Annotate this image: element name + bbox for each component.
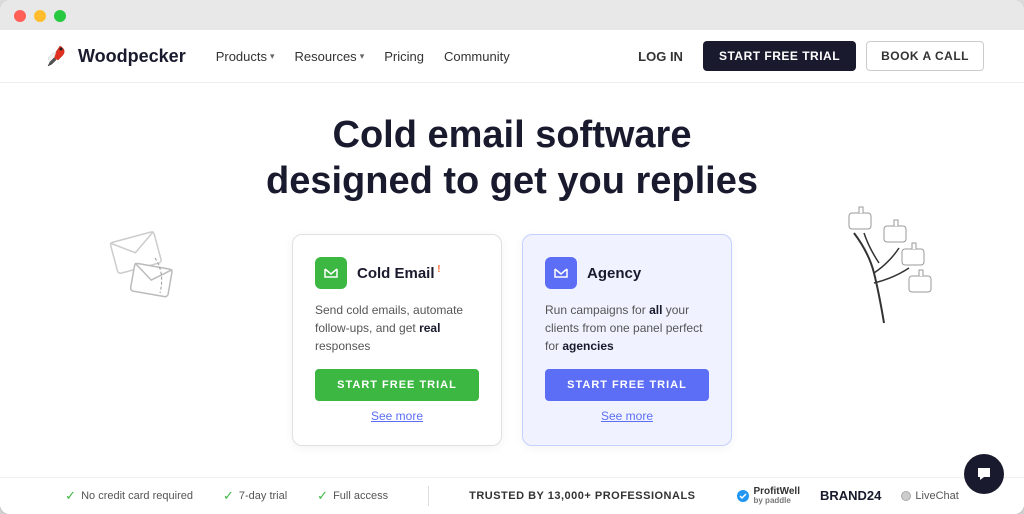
traffic-light-red[interactable] — [14, 10, 26, 22]
book-call-button[interactable]: BOOK A CALL — [866, 41, 984, 71]
chevron-down-icon: ▾ — [360, 51, 365, 62]
agency-icon — [545, 257, 577, 289]
cold-email-icon — [315, 257, 347, 289]
agency-see-more[interactable]: See more — [545, 409, 709, 423]
logo-text: Woodpecker — [78, 46, 186, 67]
nav-links: Products ▾ Resources ▾ Pricing Community — [216, 49, 628, 64]
profitwell-logo: ProfitWell by paddle — [736, 486, 800, 506]
browser-chrome — [0, 0, 1024, 30]
badge-7day-trial: ✓ 7-day trial — [223, 488, 287, 504]
trusted-text: TRUSTED BY 13,000+ PROFESSIONALS — [469, 490, 695, 502]
traffic-light-yellow[interactable] — [34, 10, 46, 22]
check-icon: ✓ — [65, 488, 76, 504]
illustration-right — [824, 193, 944, 338]
browser-window: Woodpecker Products ▾ Resources ▾ Pricin… — [0, 0, 1024, 514]
chat-bubble-button[interactable] — [964, 454, 1004, 494]
agency-desc: Run campaigns for all your clients from … — [545, 301, 709, 355]
hero-section: Cold email software designed to get you … — [0, 83, 1024, 477]
cold-email-trial-button[interactable]: START FREE TRIAL — [315, 369, 479, 401]
cold-email-card-header: Cold Email ! — [315, 257, 479, 289]
nav-resources[interactable]: Resources ▾ — [295, 49, 365, 64]
cold-email-title: Cold Email ! — [357, 264, 441, 282]
chevron-down-icon: ▾ — [270, 51, 275, 62]
nav-community[interactable]: Community — [444, 49, 510, 64]
agency-title: Agency — [587, 265, 641, 282]
navigation: Woodpecker Products ▾ Resources ▾ Pricin… — [0, 30, 1024, 83]
brand-logos: ProfitWell by paddle BRAND24 LiveChat — [736, 486, 959, 506]
agency-card-header: Agency — [545, 257, 709, 289]
logo-icon — [40, 40, 72, 72]
cold-email-see-more[interactable]: See more — [315, 409, 479, 423]
divider — [428, 486, 429, 506]
nav-pricing[interactable]: Pricing — [384, 49, 424, 64]
agency-trial-button[interactable]: START FREE TRIAL — [545, 369, 709, 401]
cold-email-desc: Send cold emails, automate follow-ups, a… — [315, 301, 479, 355]
nav-products[interactable]: Products ▾ — [216, 49, 275, 64]
badge-full-access: ✓ Full access — [317, 488, 388, 504]
traffic-light-green[interactable] — [54, 10, 66, 22]
logo-area[interactable]: Woodpecker — [40, 40, 186, 72]
login-button[interactable]: LOG IN — [628, 43, 693, 70]
agency-card: Agency Run campaigns for all your client… — [522, 234, 732, 446]
bottom-bar: ✓ No credit card required ✓ 7-day trial … — [0, 477, 1024, 514]
livechat-logo: LiveChat — [901, 490, 958, 502]
cards-row: Cold Email ! Send cold emails, automate … — [292, 234, 732, 446]
hero-title: Cold email software designed to get you … — [266, 113, 758, 204]
badge-no-credit-card: ✓ No credit card required — [65, 488, 193, 504]
nav-actions: LOG IN START FREE TRIAL BOOK A CALL — [628, 41, 984, 71]
brand24-logo: BRAND24 — [820, 488, 881, 503]
start-trial-nav-button[interactable]: START FREE TRIAL — [703, 41, 856, 71]
check-icon: ✓ — [317, 488, 328, 504]
check-icon: ✓ — [223, 488, 234, 504]
cold-email-card: Cold Email ! Send cold emails, automate … — [292, 234, 502, 446]
livechat-dot-icon — [901, 491, 911, 501]
browser-content: Woodpecker Products ▾ Resources ▾ Pricin… — [0, 30, 1024, 514]
trust-badges: ✓ No credit card required ✓ 7-day trial … — [65, 488, 388, 504]
illustration-left — [100, 213, 210, 318]
